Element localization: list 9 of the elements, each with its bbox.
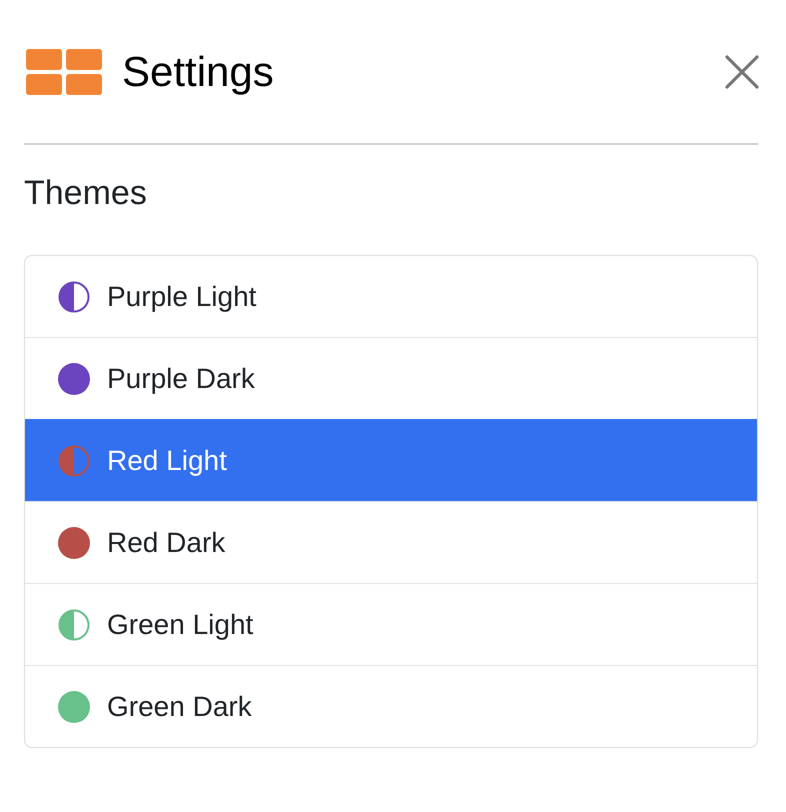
theme-item[interactable]: Green Dark [25, 665, 757, 747]
theme-item[interactable]: Green Light [25, 583, 757, 665]
settings-title: Settings [122, 48, 275, 96]
theme-item[interactable]: Red Light [25, 419, 757, 501]
grid-icon [26, 48, 102, 94]
close-button[interactable] [725, 54, 759, 88]
theme-item[interactable]: Red Dark [25, 501, 757, 583]
theme-item[interactable]: Purple Light [25, 256, 757, 337]
section-heading: Themes [24, 173, 148, 213]
